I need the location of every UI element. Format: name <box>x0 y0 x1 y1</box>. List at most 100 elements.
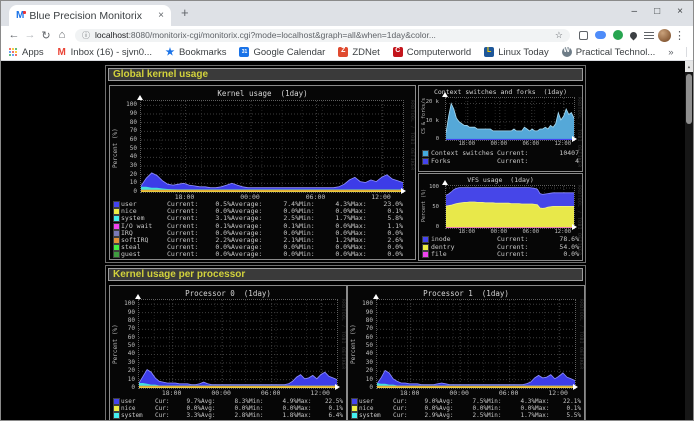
legend-swatch <box>113 412 120 419</box>
extension-green-circle-icon[interactable] <box>613 30 623 40</box>
profile-avatar[interactable] <box>658 29 671 42</box>
site-info-icon[interactable]: ⓘ <box>82 30 90 41</box>
y-axis-tick-label: 20 <box>348 367 373 374</box>
x-axis-tick-label: 12:00 <box>368 193 394 201</box>
context-switches-graph <box>445 97 575 141</box>
legend-stat-label: Min: <box>249 398 271 405</box>
url-path: :8080/monitorix-cgi/monitorix.cgi?mode=l… <box>129 30 436 40</box>
legend-swatch <box>422 236 429 243</box>
bookmark-computerworld[interactable]: CComputerworld <box>393 47 471 58</box>
legend-series-name: Forks <box>431 158 497 165</box>
legend-stat-value: 0.1% <box>317 405 343 412</box>
tab-list-icon[interactable] <box>644 32 654 39</box>
bookmark-label: Practical Technol... <box>576 47 656 58</box>
legend-stat-label: Cur: <box>155 398 175 405</box>
kernel-usage-graph <box>140 100 404 193</box>
bookmark-zdnet[interactable]: ZZDNet <box>338 47 379 58</box>
y-axis-tick-label: 10 k <box>418 118 439 125</box>
window-minimize-button[interactable]: – <box>632 6 638 17</box>
bookmark-star[interactable]: ★Bookmarks <box>165 47 227 58</box>
browser-menu-icon[interactable]: ⋮ <box>674 29 685 42</box>
legend-stat-value: 0.0% <box>413 405 439 412</box>
section-title: Global kernel usage <box>108 68 583 81</box>
back-button[interactable]: ← <box>6 29 22 41</box>
bookmark-label: Bookmarks <box>179 47 227 58</box>
legend-stat-value: 22.1% <box>555 398 581 405</box>
bookmark-gmail[interactable]: MInbox (16) - sjvn0... <box>57 47 152 58</box>
reload-button[interactable]: ↻ <box>38 29 54 42</box>
x-axis-tick-label: 18:00 <box>397 389 423 397</box>
legend-stat-value: 9.7% <box>175 398 201 405</box>
legend-stat-label: Max: <box>297 412 317 419</box>
y-axis-tick-label: 50 <box>348 342 373 349</box>
bookmark-calendar[interactable]: 31Google Calendar <box>239 47 325 58</box>
bookmark-linuxtoday[interactable]: L Linux Today <box>484 47 549 58</box>
legend-swatch <box>113 398 120 405</box>
y-axis-tick-label: 0 <box>112 188 137 195</box>
legend-stat-label: Max: <box>297 405 317 412</box>
y-axis-tick-label: 0 <box>418 224 439 231</box>
legend-series-name: system <box>359 412 393 419</box>
y-axis-tick-label: 100 <box>112 101 137 108</box>
browser-tab[interactable]: M Blue Precision Monitorix × <box>9 5 171 26</box>
legend-stat-value: 4.3% <box>509 398 535 405</box>
x-axis-tick-label: 00:00 <box>446 389 472 397</box>
chart-panel-kernel-usage[interactable]: Kernel usage (1day) Percent (%) RRDTOOL … <box>109 85 416 260</box>
chart-panel-processor-1[interactable]: Processor 1 (1day) Percent (%) RRDTOOL /… <box>347 285 585 420</box>
tab-close-icon[interactable]: × <box>158 10 164 21</box>
y-axis-arrow-icon <box>373 294 379 299</box>
y-axis-tick-label: 0 <box>418 136 439 143</box>
chart-panel-vfs-usage[interactable]: VFS usage (1day) Percent (%) RRDTOOL / T… <box>418 173 583 261</box>
extension-pin-icon[interactable] <box>629 30 639 40</box>
legend-stat-value: 22.5% <box>317 398 343 405</box>
legend-stat-value: 1.8% <box>271 412 297 419</box>
legend-stat-value: 0.0% <box>539 251 579 258</box>
x-axis-tick-label: 18:00 <box>454 141 480 147</box>
home-button[interactable]: ⌂ <box>54 29 70 41</box>
legend-stat-label: Max: <box>351 251 375 258</box>
forward-button[interactable]: → <box>22 29 38 41</box>
bookmark-apps[interactable]: Apps <box>8 47 44 58</box>
legend-swatch <box>113 405 120 412</box>
legend-swatch <box>422 244 429 251</box>
legend-swatch <box>113 244 120 251</box>
new-tab-button[interactable]: + <box>181 5 189 20</box>
chart-panel-processor-0[interactable]: Processor 0 (1day) Percent (%) RRDTOOL /… <box>109 285 347 420</box>
bookmarks-overflow-icon[interactable]: » <box>668 47 673 58</box>
y-axis-tick-label: 90 <box>110 309 135 316</box>
y-axis-tick-label: 20 <box>112 171 137 178</box>
y-axis-tick-label: 50 <box>418 204 439 211</box>
monitorix-favicon-icon: M <box>16 10 24 21</box>
legend-stat-value: 0.1% <box>555 405 581 412</box>
chart-title: Kernel usage (1day) <box>110 89 415 98</box>
extension-blue-oval-icon[interactable] <box>595 31 606 39</box>
scroll-up-arrow[interactable]: ▲ <box>685 61 693 72</box>
legend-row: fileCurrent:0.0% <box>422 251 579 259</box>
bookmark-star-icon[interactable]: ☆ <box>555 30 563 41</box>
x-axis-arrow-icon <box>572 224 577 230</box>
window-close-button[interactable]: × <box>677 6 683 17</box>
zdnet-icon: Z <box>338 47 348 57</box>
legend-stat-label: Min: <box>249 405 271 412</box>
browser-toolbar: ← → ↻ ⌂ ⓘ localhost:8080/monitorix-cgi/m… <box>1 26 693 44</box>
legend-swatch <box>113 201 120 208</box>
scrollbar-thumb[interactable] <box>686 74 692 124</box>
address-bar[interactable]: ⓘ localhost:8080/monitorix-cgi/monitorix… <box>75 29 570 42</box>
y-axis-tick-label: 20 k <box>418 99 439 106</box>
legend-swatch <box>351 405 358 412</box>
bookmark-label: Linux Today <box>498 47 549 58</box>
y-axis-tick-label: 90 <box>348 309 373 316</box>
computerworld-icon: C <box>393 47 403 57</box>
legend-series-name: Context switches <box>431 150 497 157</box>
legend-stat-label: Current: <box>497 251 539 258</box>
page-scrollbar[interactable]: ▲ <box>685 61 693 420</box>
chart-panel-context-switches[interactable]: Context switches and forks (1day) CS & f… <box>418 85 583 172</box>
legend-row: softIRQCurrent:2.2%Average:2.1%Min:1.2%M… <box>113 237 412 244</box>
extension-square-icon[interactable] <box>579 31 588 40</box>
bookmark-wordpress[interactable]: WPractical Technol... <box>562 47 656 58</box>
linuxtoday-icon: L <box>484 47 494 57</box>
bookmarks-bar: Apps MInbox (16) - sjvn0... ★Bookmarks 31Go… <box>1 44 693 61</box>
rrdtool-watermark: RRDTOOL / TOBI OETIKER <box>578 299 583 370</box>
x-axis-tick-label: 00:00 <box>486 229 512 235</box>
window-maximize-button[interactable]: □ <box>654 6 660 17</box>
